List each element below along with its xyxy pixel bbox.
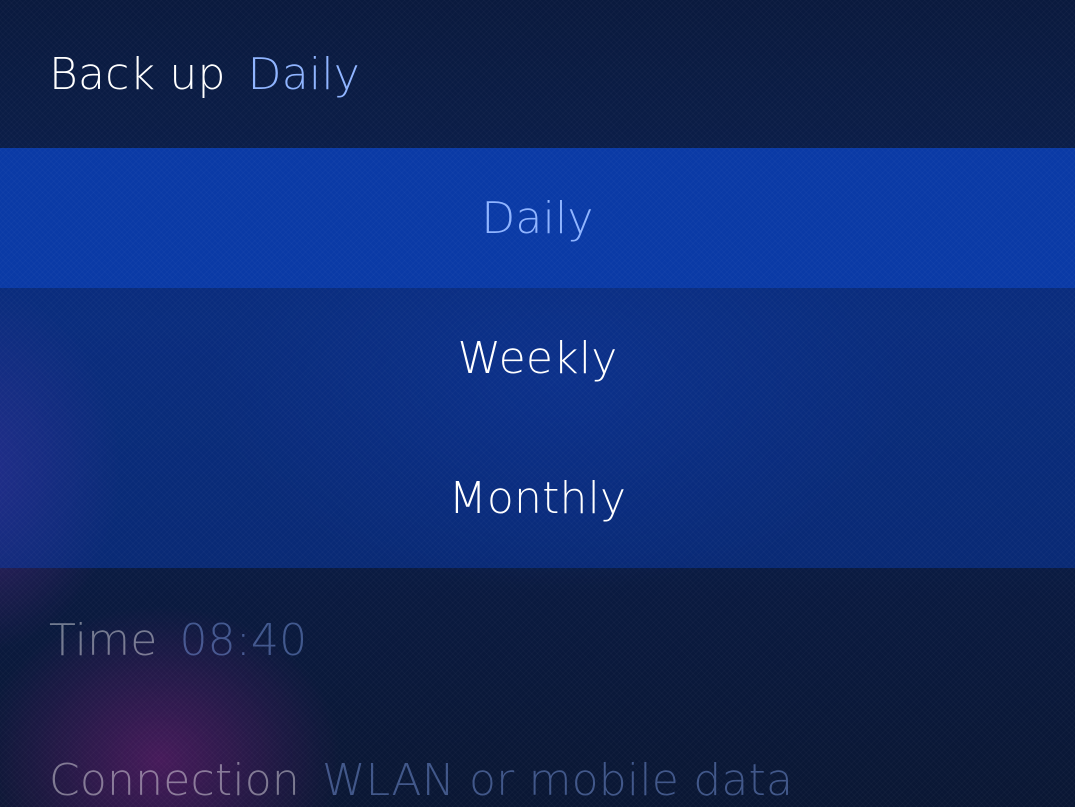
menu-item-daily[interactable]: Daily xyxy=(0,148,1075,288)
connection-setting[interactable]: Connection WLAN or mobile data xyxy=(0,720,1075,807)
backup-frequency-menu: Daily Weekly Monthly xyxy=(0,148,1075,568)
connection-value: WLAN or mobile data xyxy=(321,754,794,806)
backup-value: Daily xyxy=(247,48,360,100)
time-label: Time xyxy=(49,614,158,666)
menu-item-weekly[interactable]: Weekly xyxy=(0,288,1075,428)
connection-label: Connection xyxy=(49,754,300,806)
menu-item-monthly[interactable]: Monthly xyxy=(0,428,1075,568)
time-setting[interactable]: Time 08:40 xyxy=(0,580,1075,700)
backup-label: Back up xyxy=(49,48,226,100)
backup-combobox[interactable]: Back up Daily xyxy=(0,0,1075,148)
time-value: 08:40 xyxy=(179,614,308,666)
